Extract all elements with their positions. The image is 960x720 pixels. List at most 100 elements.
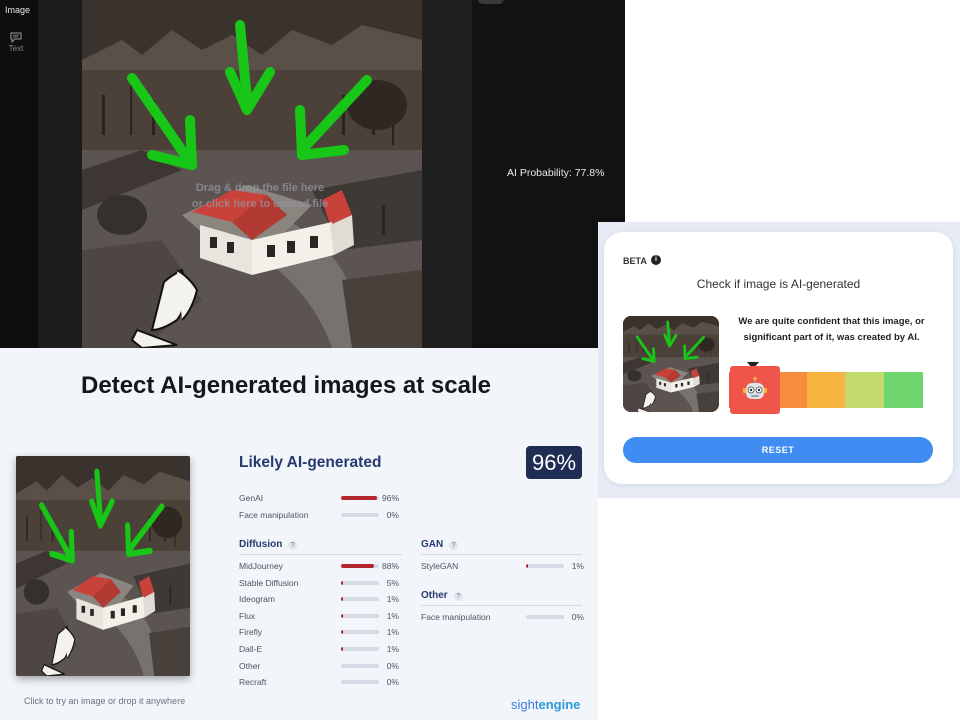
score-row: Firefly 1% — [239, 627, 401, 639]
score-bar — [341, 630, 379, 635]
beta-title: Check if image is AI-generated — [696, 277, 861, 291]
score-row-value: 88% — [381, 561, 399, 571]
score-row-value: 0% — [571, 612, 584, 622]
score-bar — [341, 580, 379, 585]
drop-hint-line-1: Drag & drop the file here — [195, 182, 325, 194]
checked-image-thumbnail — [623, 316, 719, 412]
other-title-text: Other — [421, 590, 448, 601]
score-row-name: Face manipulation — [239, 509, 309, 520]
score-row: GenAI 96% — [239, 493, 401, 505]
gan-title-text: GAN — [421, 539, 444, 550]
screenshot-collage: Image Text Drag & drop the file here or … — [0, 0, 960, 720]
other-help-icon[interactable]: ? — [453, 592, 463, 601]
score-row-name: Face manipulation — [421, 612, 491, 622]
right-gutter — [422, 0, 472, 348]
uploaded-image-preview[interactable] — [82, 0, 422, 348]
score-bar — [341, 512, 379, 517]
score-row: Face manipulation 0% — [421, 612, 586, 624]
score-row-value: 1% — [571, 561, 584, 571]
sidebar-text-label: Text — [8, 44, 24, 53]
score-bar-fill — [341, 630, 343, 635]
score-row-value: 0% — [386, 509, 399, 520]
gan-divider — [421, 554, 582, 555]
logo-suffix: engine — [538, 697, 581, 712]
score-bar-fill — [341, 496, 378, 500]
scale-segment — [845, 372, 885, 408]
score-row-name: Firefly — [239, 627, 263, 638]
dark-sidebar: Image Text — [0, 0, 38, 348]
score-row-value: 0% — [386, 677, 399, 688]
score-row-value: 1% — [386, 610, 399, 621]
drop-zone-hint[interactable]: Drag & drop the file here or click here … — [160, 180, 360, 212]
score-bar — [341, 597, 379, 602]
diffusion-section-title: Diffusion? — [239, 539, 298, 550]
sidebar-text-tab[interactable]: Text — [4, 32, 28, 60]
score-row-value: 96% — [381, 493, 399, 503]
diffusion-title-text: Diffusion — [239, 539, 283, 550]
chat-icon — [10, 32, 22, 43]
score-row-name: Dall-E — [239, 644, 263, 654]
score-row-name: Other — [239, 660, 261, 671]
burned-house-photo — [82, 0, 422, 348]
left-gutter — [38, 0, 82, 348]
burned-house-photo — [16, 456, 190, 676]
other-divider — [421, 605, 582, 606]
reset-button[interactable]: RESET — [623, 437, 933, 463]
thumbnail-caption: Click to try an image or drop it anywher… — [24, 696, 186, 706]
top-toggle[interactable] — [478, 0, 504, 4]
score-bar-fill — [341, 580, 343, 585]
score-bar-fill — [526, 564, 528, 568]
beta-tag: BETA — [623, 256, 647, 266]
score-bar-fill — [341, 647, 343, 651]
score-badge: 96% — [526, 446, 582, 479]
confidence-message: We are quite confident that this image, … — [738, 316, 925, 343]
score-bar — [341, 680, 379, 685]
score-row: Other 0% — [239, 661, 401, 673]
score-row-value: 0% — [386, 660, 399, 671]
logo-prefix: sight — [511, 697, 539, 712]
sidebar-image-tab[interactable]: Image — [5, 5, 30, 15]
score-row: Recraft 0% — [239, 677, 401, 689]
score-bar — [341, 663, 379, 668]
diffusion-divider — [239, 554, 402, 555]
score-row-name: Recraft — [239, 677, 267, 688]
sightengine-panel: Detect AI-generated images at scale Clic… — [0, 348, 598, 720]
score-row-name: Stable Diffusion — [239, 577, 299, 588]
sightengine-logo[interactable]: sightengine — [511, 697, 580, 712]
beta-check-card: BETA i Check if image is AI-generated We… — [604, 232, 953, 484]
score-row-name: Ideogram — [239, 594, 275, 605]
other-section-title: Other? — [421, 590, 463, 601]
score-row-name: GenAI — [239, 493, 264, 503]
scale-segment — [806, 372, 846, 408]
score-row: Ideogram 1% — [239, 594, 401, 606]
gan-section-title: GAN? — [421, 539, 459, 550]
score-bar — [341, 496, 379, 500]
drop-hint-line-2: or click here to upload file — [191, 198, 329, 210]
scale-segment — [884, 372, 923, 408]
diffusion-help-icon[interactable]: ? — [288, 541, 298, 550]
score-bar — [341, 564, 379, 568]
score-row-value: 1% — [386, 644, 399, 654]
gan-help-icon[interactable]: ? — [449, 541, 459, 550]
score-bar — [526, 615, 564, 619]
sample-image-thumbnail[interactable] — [16, 456, 190, 676]
score-row-name: Flux — [239, 610, 256, 621]
score-row-name: StyleGAN — [421, 561, 459, 571]
score-bar — [341, 647, 379, 651]
dark-detector-app: Image Text Drag & drop the file here or … — [0, 0, 625, 348]
score-row-value: 1% — [386, 594, 399, 605]
score-row-name: MidJourney — [239, 561, 283, 571]
info-icon[interactable]: i — [651, 255, 661, 265]
score-row: Dall-E 1% — [239, 644, 401, 656]
score-row: Flux 1% — [239, 611, 401, 623]
score-row-value: 1% — [386, 627, 399, 638]
robot-icon — [730, 366, 780, 414]
score-row: Face manipulation 0% — [239, 510, 401, 522]
ai-probability-readout: AI Probability: 77.8% — [507, 167, 605, 179]
score-row-value: 5% — [386, 577, 399, 588]
score-bar — [341, 613, 379, 618]
score-row: Stable Diffusion 5% — [239, 578, 401, 590]
page-headline: Detect AI-generated images at scale — [81, 372, 491, 399]
score-bar-fill — [341, 597, 343, 602]
burned-house-photo — [623, 316, 719, 412]
